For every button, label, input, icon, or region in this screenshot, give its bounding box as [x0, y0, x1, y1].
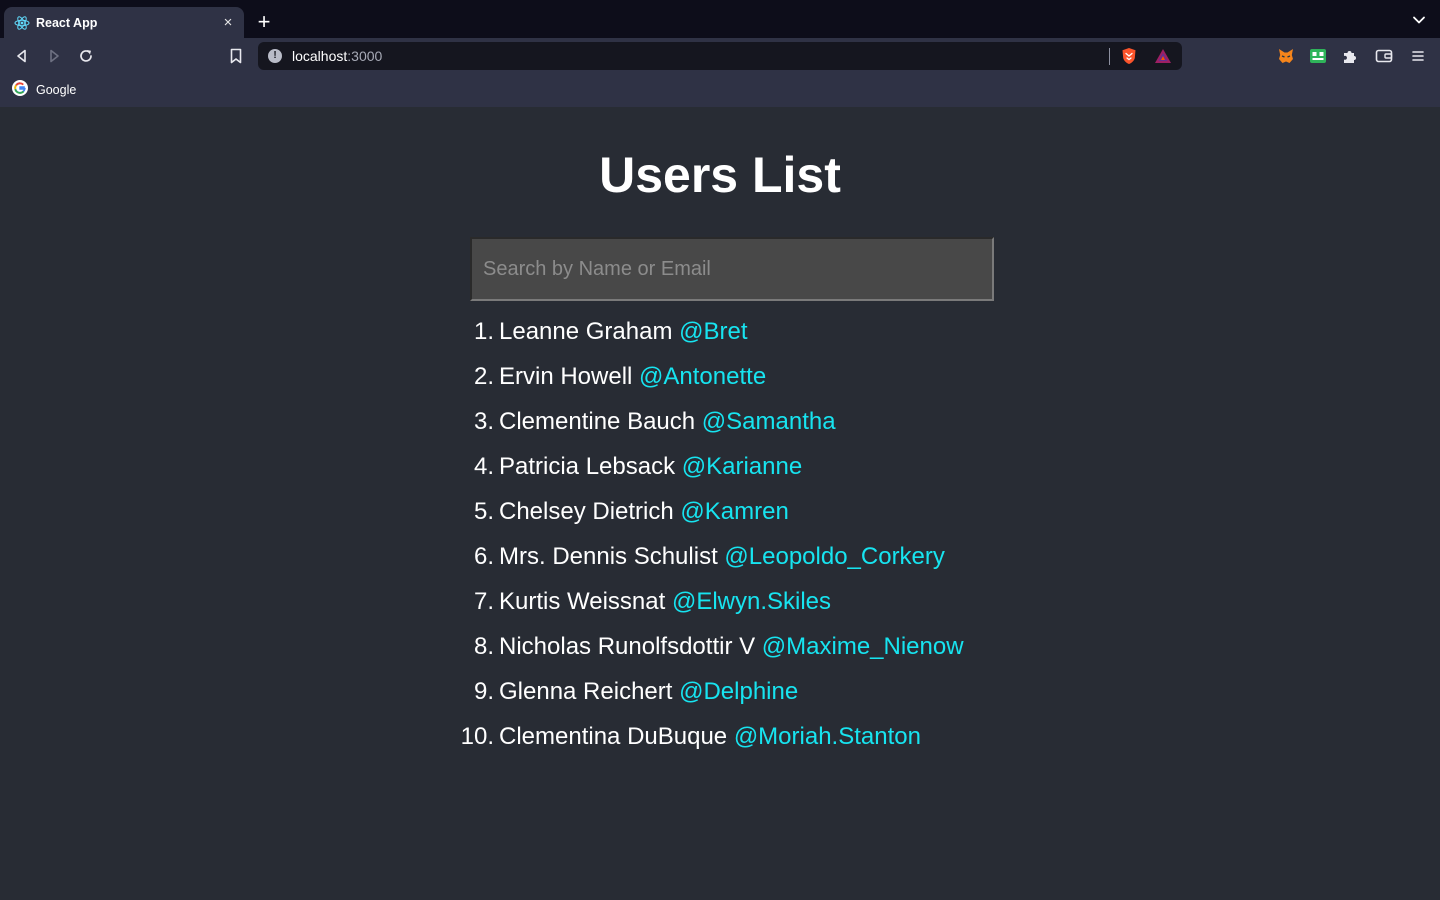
user-handle-link[interactable]: @Bret: [679, 318, 747, 345]
metamask-fox-icon[interactable]: [1277, 47, 1295, 65]
list-item-number: 5.: [473, 498, 494, 525]
list-item-body: Ervin Howell @Antonette: [499, 361, 766, 393]
list-item-body: Leanne Graham @Bret: [499, 316, 748, 348]
user-handle-link[interactable]: @Kamren: [680, 498, 788, 525]
list-item-body: Clementina DuBuque @Moriah.Stanton: [499, 721, 921, 753]
address-bar[interactable]: ! localhost:3000: [258, 42, 1182, 70]
user-name: Chelsey Dietrich: [499, 498, 674, 525]
user-handle-link[interactable]: @Karianne: [682, 453, 802, 480]
user-name: Mrs. Dennis Schulist: [499, 543, 718, 570]
user-name: Nicholas Runolfsdottir V: [499, 633, 756, 660]
list-item-body: Chelsey Dietrich @Kamren: [499, 496, 789, 528]
user-handle-link[interactable]: @Antonette: [639, 363, 766, 390]
list-item-body: Mrs. Dennis Schulist @Leopoldo_Corkery: [499, 541, 945, 573]
list-item-body: Patricia Lebsack @Karianne: [499, 451, 802, 483]
browser-toolbar: ! localhost:3000: [0, 38, 1440, 74]
list-item-body: Clementine Bauch @Samantha: [499, 406, 836, 438]
back-arrow-icon[interactable]: [12, 46, 32, 66]
bookmark-label: Google: [36, 83, 77, 97]
user-handle-link[interactable]: @Samantha: [702, 408, 836, 435]
user-handle-link[interactable]: @Leopoldo_Corkery: [724, 543, 945, 570]
bookmarks-bar: Google: [0, 74, 1440, 107]
brave-rewards-icon[interactable]: [1154, 48, 1172, 64]
list-item-number: 7.: [473, 588, 494, 615]
list-item-body: Nicholas Runolfsdottir V @Maxime_Nienow: [499, 631, 964, 663]
user-name: Glenna Reichert: [499, 678, 673, 705]
user-name: Ervin Howell: [499, 363, 633, 390]
reload-icon[interactable]: [76, 46, 96, 66]
google-icon: [12, 79, 28, 101]
user-name: Patricia Lebsack: [499, 453, 676, 480]
chevron-down-icon[interactable]: [1412, 13, 1426, 27]
user-name: Clementina DuBuque: [499, 723, 728, 750]
list-item-number: 6.: [473, 543, 494, 570]
info-icon[interactable]: !: [268, 49, 282, 63]
search-input[interactable]: [470, 237, 994, 301]
list-item-number: 8.: [473, 633, 494, 660]
new-tab-button[interactable]: +: [254, 11, 274, 33]
user-name: Kurtis Weissnat: [499, 588, 666, 615]
list-item-number: 2.: [473, 363, 494, 390]
address-divider: [1109, 48, 1110, 65]
list-item-number: 1.: [473, 318, 494, 345]
puzzle-icon[interactable]: [1341, 47, 1359, 65]
list-item-number: 9.: [473, 678, 494, 705]
green-extension-icon[interactable]: [1309, 47, 1327, 65]
close-icon[interactable]: ×: [220, 14, 236, 31]
brave-shield-icon[interactable]: [1120, 47, 1138, 65]
list-item-number: 3.: [473, 408, 494, 435]
react-icon: [14, 15, 30, 31]
wallet-icon[interactable]: [1375, 47, 1393, 65]
hamburger-menu-icon[interactable]: [1409, 47, 1427, 65]
forward-arrow-icon[interactable]: [44, 46, 64, 66]
tab-strip: React App × +: [0, 0, 1440, 38]
page-content: Users List 1.Leanne Graham @Bret2.Ervin …: [0, 107, 1440, 900]
page-title: Users List: [599, 147, 841, 203]
url-host: localhost: [292, 48, 348, 64]
user-name: Clementine Bauch: [499, 408, 696, 435]
user-handle-link[interactable]: @Maxime_Nienow: [762, 633, 964, 660]
user-handle-link[interactable]: @Elwyn.Skiles: [672, 588, 831, 615]
user-handle-link[interactable]: @Moriah.Stanton: [734, 723, 921, 750]
user-handle-link[interactable]: @Delphine: [679, 678, 798, 705]
user-name: Leanne Graham: [499, 318, 673, 345]
list-item-number: 10.: [460, 723, 494, 750]
list-item-body: Glenna Reichert @Delphine: [499, 676, 798, 708]
url-port: :3000: [347, 48, 383, 64]
tab-react-app[interactable]: React App ×: [4, 7, 244, 38]
bookmark-google[interactable]: Google: [12, 79, 77, 101]
list-item-number: 4.: [473, 453, 494, 480]
tab-title: React App: [36, 15, 98, 30]
bookmark-icon[interactable]: [226, 46, 246, 66]
list-item-body: Kurtis Weissnat @Elwyn.Skiles: [499, 586, 831, 618]
